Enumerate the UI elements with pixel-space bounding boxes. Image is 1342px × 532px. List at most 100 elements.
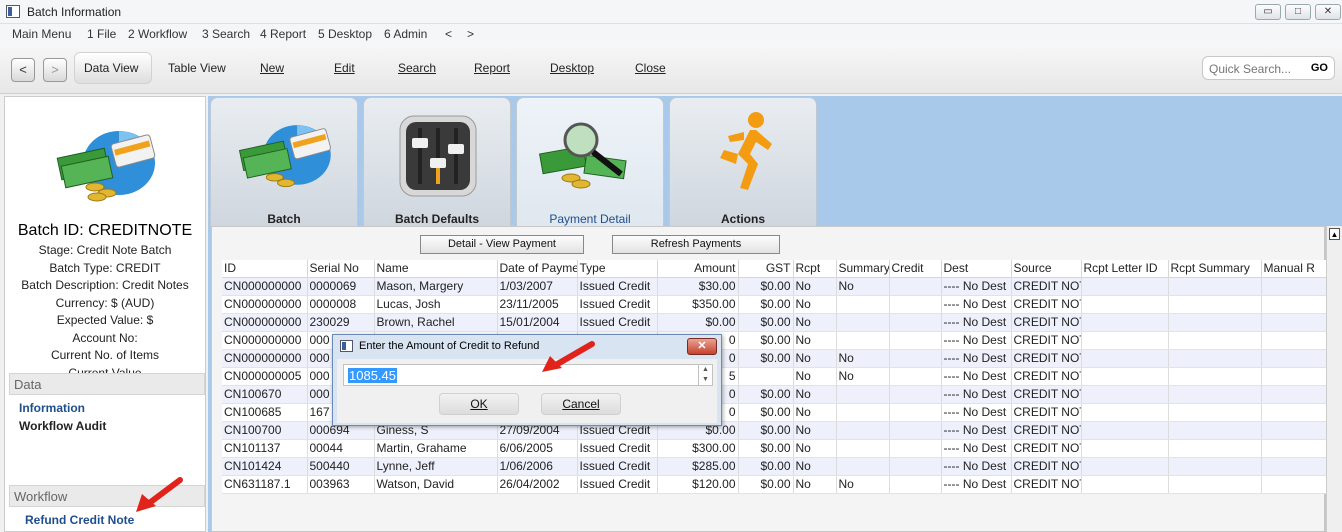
desktop-button[interactable]: Desktop (550, 61, 594, 75)
table-row[interactable]: CN000000000 230029 Brown, Rachel 15/01/2004… (222, 313, 1327, 332)
table-row[interactable]: CN000000000 0000008 Lucas, Josh 23/11/2005 I… (222, 295, 1327, 314)
table-cell (836, 313, 890, 332)
ok-button[interactable]: OK (439, 393, 519, 415)
quick-search-input[interactable] (1209, 61, 1305, 76)
currency-line: Currency: $ (AUD) (55, 295, 155, 310)
col-credit[interactable]: Credit (889, 260, 942, 278)
table-view-button[interactable]: Table View (168, 61, 226, 75)
table-cell: No (793, 421, 837, 440)
menu-admin[interactable]: 6 Admin (384, 27, 427, 41)
tile-batch-defaults[interactable]: Batch Defaults (363, 97, 511, 227)
table-cell (1261, 331, 1327, 350)
workflow-audit-link[interactable]: Workflow Audit (19, 419, 106, 433)
refresh-payments-button[interactable]: Refresh Payments (612, 235, 780, 254)
col-dest[interactable]: Dest (941, 260, 1012, 278)
table-cell: CN100700 (222, 421, 308, 440)
table-cell: CREDIT NOTE (1011, 349, 1082, 368)
detail-view-payment-button[interactable]: Detail - View Payment (420, 235, 584, 254)
table-row[interactable]: CN101424 500440 Lynne, Jeff 1/06/2006 Issued… (222, 457, 1327, 476)
dialog-close-button[interactable]: ✕ (687, 338, 717, 355)
table-cell (1081, 295, 1169, 314)
table-cell: CN101137 (222, 439, 308, 458)
menu-file[interactable]: 1 File (87, 27, 116, 41)
table-cell (889, 277, 942, 296)
col-rcpt-letter-id[interactable]: Rcpt Letter ID (1081, 260, 1169, 278)
menu-search[interactable]: 3 Search (202, 27, 250, 41)
title-bar: Batch Information ▭ □ ✕ (0, 0, 1342, 24)
data-view-button[interactable]: Data View (84, 61, 138, 75)
amount-spinner[interactable]: ▲ ▼ (699, 364, 713, 386)
col-type[interactable]: Type (577, 260, 658, 278)
tile-payment-detail[interactable]: Payment Detail (516, 97, 664, 227)
table-row[interactable]: CN631187.1 003963 Watson, David 26/04/2002 I… (222, 475, 1327, 494)
batch-description-line: Batch Description: Credit Notes (21, 278, 189, 292)
table-cell: 23/11/2005 (497, 295, 578, 314)
table-cell: ---- No Dest (941, 385, 1012, 404)
refund-credit-note-link[interactable]: Refund Credit Note (25, 513, 134, 527)
window-title: Batch Information (27, 5, 122, 19)
col-rcpt-summary[interactable]: Rcpt Summary (1168, 260, 1262, 278)
col-amount[interactable]: Amount (657, 260, 739, 278)
tile-batch-label: Batch (267, 212, 301, 226)
table-cell: CREDIT NOTE (1011, 475, 1082, 494)
col-date[interactable]: Date of Payment (497, 260, 578, 278)
col-name[interactable]: Name (374, 260, 498, 278)
search-button[interactable]: Search (398, 61, 436, 75)
table-cell (1261, 385, 1327, 404)
new-button[interactable]: New (260, 61, 284, 75)
information-link[interactable]: Information (19, 401, 85, 415)
col-rcpt[interactable]: Rcpt (793, 260, 837, 278)
table-row[interactable]: CN101137 00044 Martin, Grahame 6/06/2005 Iss… (222, 439, 1327, 458)
maximize-button[interactable]: □ (1285, 4, 1311, 20)
close-window-button[interactable]: ✕ (1315, 4, 1341, 20)
col-gst[interactable]: GST (738, 260, 794, 278)
menu-report[interactable]: 4 Report (260, 27, 306, 41)
vertical-scrollbar[interactable]: ▲ (1326, 226, 1342, 532)
minimize-button[interactable]: ▭ (1255, 4, 1281, 20)
menu-desktop[interactable]: 5 Desktop (318, 27, 372, 41)
back-button[interactable]: < (11, 58, 35, 82)
table-cell (1168, 295, 1262, 314)
table-cell: 003963 (307, 475, 375, 494)
app-icon (6, 5, 20, 18)
go-button[interactable]: GO (1311, 62, 1328, 74)
col-id[interactable]: ID (222, 260, 308, 278)
menu-scroll-left[interactable]: < (445, 27, 452, 41)
table-cell: No (836, 277, 890, 296)
table-row[interactable]: CN000000000 0000069 Mason, Margery 1/03/200… (222, 277, 1327, 296)
batch-money-icon (238, 125, 331, 188)
cancel-button[interactable]: Cancel (541, 393, 621, 415)
table-cell: CN101424 (222, 457, 308, 476)
close-button[interactable]: Close (635, 61, 666, 75)
refund-amount-input[interactable]: 1085.45 (343, 364, 699, 386)
table-cell (1081, 439, 1169, 458)
table-cell: No (836, 475, 890, 494)
col-serial-no[interactable]: Serial No (307, 260, 375, 278)
tile-actions[interactable]: Actions (669, 97, 817, 227)
col-manual[interactable]: Manual R (1261, 260, 1327, 278)
table-cell (1081, 421, 1169, 440)
menu-scroll-right[interactable]: > (467, 27, 474, 41)
table-cell: No (793, 439, 837, 458)
edit-button[interactable]: Edit (334, 61, 355, 75)
table-cell (1081, 403, 1169, 422)
col-summary[interactable]: Summary (836, 260, 890, 278)
table-cell (1261, 457, 1327, 476)
table-cell: No (793, 277, 837, 296)
table-cell: CREDIT NOTE (1011, 313, 1082, 332)
scroll-up-icon[interactable]: ▲ (1329, 228, 1340, 240)
forward-button[interactable]: > (43, 58, 67, 82)
report-button[interactable]: Report (474, 61, 510, 75)
table-cell (1168, 367, 1262, 386)
table-cell: Mason, Margery (374, 277, 498, 296)
left-panel: Batch ID: CREDITNOTE Stage: Credit Note … (4, 96, 206, 532)
table-cell (1261, 475, 1327, 494)
toolbar: < > Data View Table View New Edit Search… (0, 44, 1342, 94)
table-cell (1081, 367, 1169, 386)
table-cell: $0.00 (738, 331, 794, 350)
table-cell: ---- No Dest (941, 277, 1012, 296)
menu-main[interactable]: Main Menu (12, 27, 71, 41)
col-source[interactable]: Source (1011, 260, 1082, 278)
menu-workflow[interactable]: 2 Workflow (128, 27, 187, 41)
tile-batch[interactable]: Batch (210, 97, 358, 227)
